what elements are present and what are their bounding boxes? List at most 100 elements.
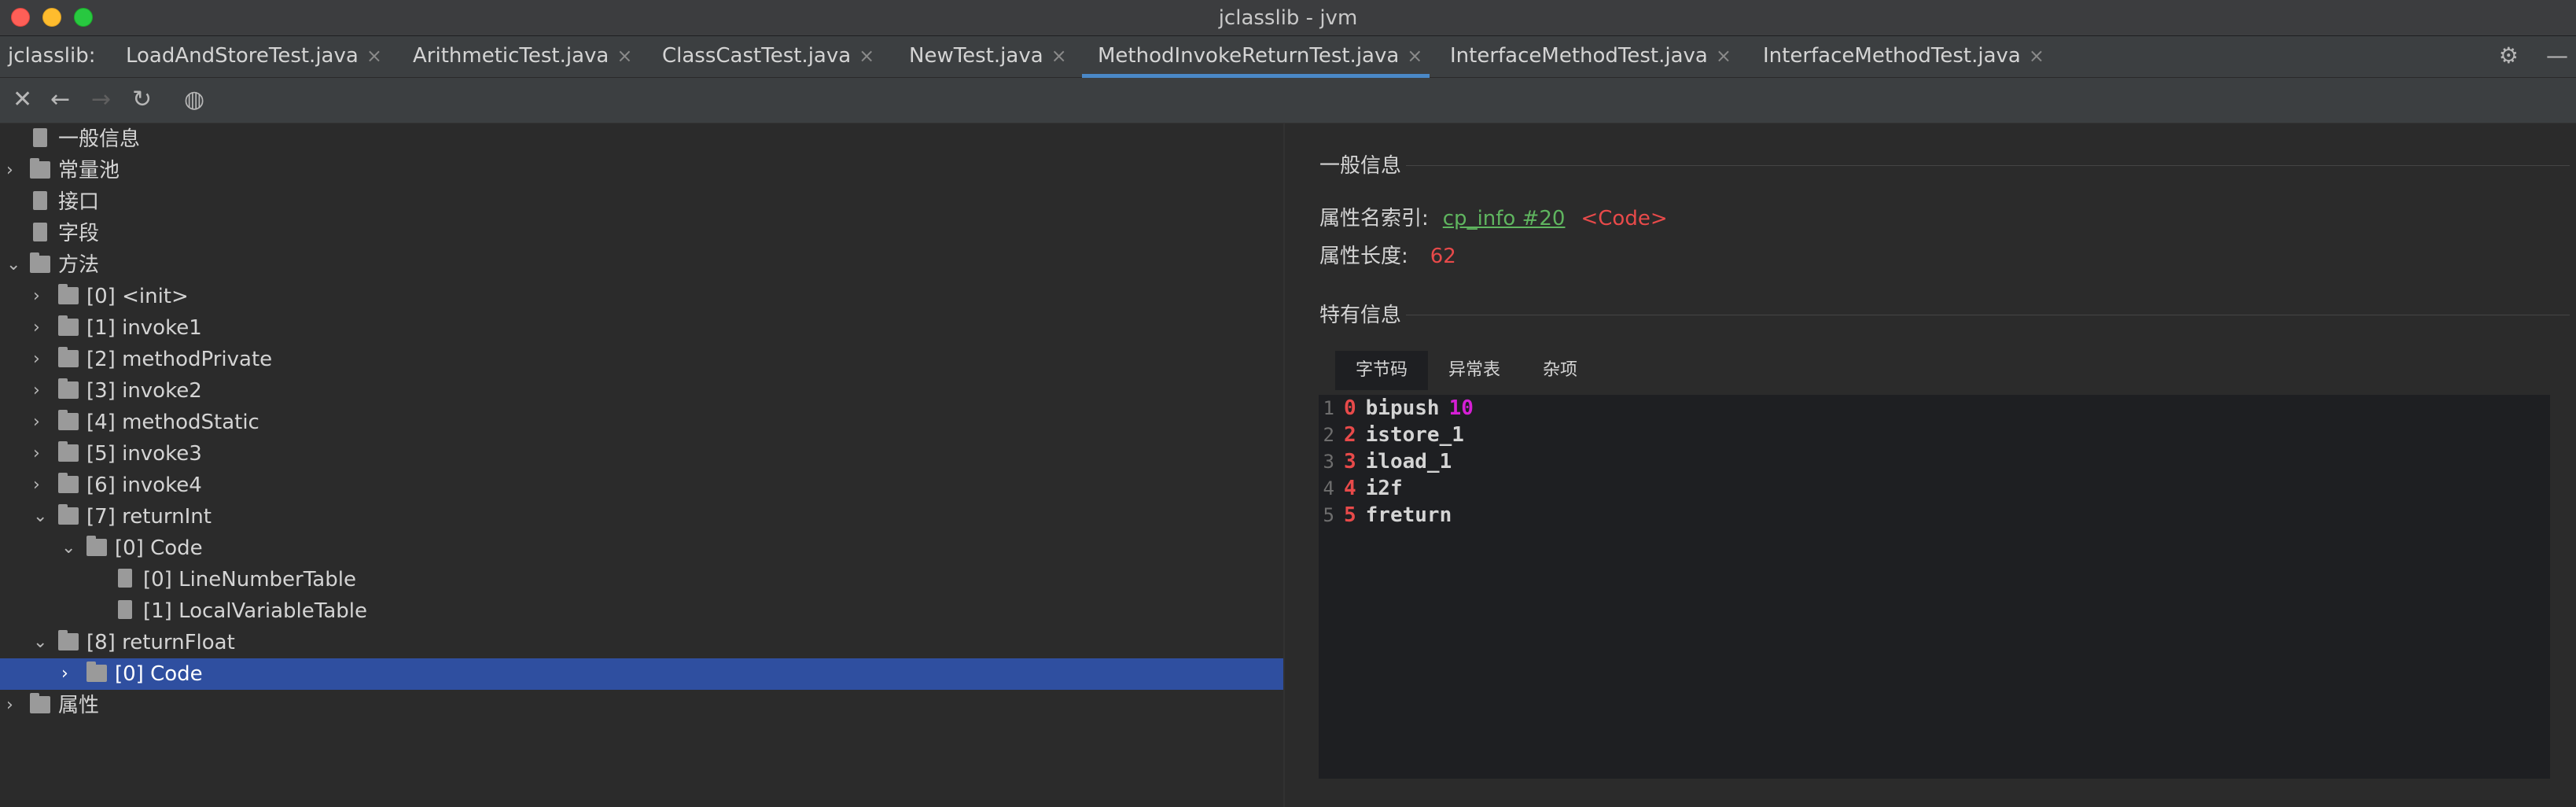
bytecode-view[interactable]: 1 0 bipush 10 2 2 istore_1 3 3 iload_1 4 4 i2f 55… [1319, 395, 2550, 779]
tree-item-method-return-float[interactable]: ⌄ [8] returnFloat [0, 627, 1283, 658]
zoom-window-button[interactable] [74, 8, 93, 27]
section-title: 一般信息 [1319, 154, 1402, 178]
tree-item-attributes[interactable]: › 属性 [0, 690, 1283, 721]
tabbar-prefix: jclasslib: [8, 44, 96, 68]
bytecode-offset: 3 [1344, 450, 1356, 474]
tree-item-method-private[interactable]: › [2] methodPrivate [0, 344, 1283, 375]
bytecode-line: 5 5 freturn [1319, 502, 1461, 529]
bytecode-argument: 10 [1448, 396, 1474, 420]
close-icon[interactable]: × [1051, 36, 1067, 76]
file-icon [33, 128, 47, 147]
tree-item-label: 字段 [58, 222, 100, 245]
folder-icon [58, 315, 79, 336]
tree-item-fields[interactable]: 字段 [0, 218, 1283, 249]
gear-icon[interactable]: ⚙ [2499, 36, 2519, 76]
tab-exception-table[interactable]: 异常表 [1428, 351, 1521, 390]
tab-label: NewTest.java [909, 44, 1043, 68]
bytecode-offset: 0 [1344, 396, 1356, 420]
chevron-right-icon[interactable]: › [33, 281, 49, 312]
section-title: 特有信息 [1319, 304, 1402, 327]
tree-item-code-selected[interactable]: › [0] Code [0, 658, 1283, 690]
tree-item-line-number-table[interactable]: [0] LineNumberTable [0, 564, 1283, 595]
tab-class-cast-test[interactable]: ClassCastTest.java × [646, 36, 874, 78]
tree-item-method-invoke1[interactable]: › [1] invoke1 [0, 312, 1283, 344]
tree-item-method-invoke3[interactable]: › [5] invoke3 [0, 438, 1283, 470]
bytecode-offset: 2 [1344, 423, 1356, 447]
file-icon [118, 600, 132, 619]
close-icon[interactable]: × [366, 36, 382, 76]
line-number: 4 [1323, 477, 1334, 499]
tab-load-and-store-test[interactable]: LoadAndStoreTest.java × [110, 36, 382, 78]
chevron-down-icon[interactable]: ⌄ [33, 627, 49, 658]
chevron-right-icon[interactable]: › [33, 312, 49, 344]
window-title: jclasslib - jvm [1218, 6, 1358, 30]
close-icon[interactable]: × [2029, 36, 2044, 76]
tree-item-label: [4] methodStatic [86, 411, 259, 434]
tab-method-invoke-return-test[interactable]: MethodInvokeReturnTest.java × [1082, 36, 1430, 78]
tab-arithmetic-test[interactable]: ArithmeticTest.java × [397, 36, 632, 78]
tree-item-label: [0] Code [115, 662, 203, 686]
globe-icon[interactable]: ◍ [184, 86, 204, 113]
chevron-right-icon[interactable]: › [33, 375, 49, 407]
folder-icon [30, 693, 50, 713]
attribute-length-label: 属性长度: [1319, 245, 1408, 268]
tab-bytecode[interactable]: 字节码 [1335, 351, 1428, 390]
tab-new-test[interactable]: NewTest.java × [893, 36, 1067, 78]
tree-item-general-info[interactable]: 一般信息 [0, 123, 1283, 155]
attribute-name-value: <Code> [1581, 207, 1668, 230]
chevron-right-icon[interactable]: › [33, 407, 49, 438]
chevron-down-icon[interactable]: ⌄ [6, 249, 22, 281]
tree-item-method-init[interactable]: › [0] <init> [0, 281, 1283, 312]
minus-icon[interactable]: — [2546, 36, 2568, 76]
close-icon[interactable]: × [859, 36, 874, 76]
tab-label: ClassCastTest.java [662, 44, 852, 68]
bytecode-line: 2 2 istore_1 [1319, 422, 1474, 448]
close-icon[interactable]: × [1716, 36, 1731, 76]
forward-arrow-icon[interactable]: → [91, 86, 111, 113]
minimize-window-button[interactable] [42, 8, 61, 27]
chevron-right-icon[interactable]: › [6, 690, 22, 721]
tree-item-method-invoke2[interactable]: › [3] invoke2 [0, 375, 1283, 407]
tree-item-local-variable-table[interactable]: [1] LocalVariableTable [0, 595, 1283, 627]
tree-item-interfaces[interactable]: 接口 [0, 186, 1283, 218]
tree-item-methods[interactable]: ⌄ 方法 [0, 249, 1283, 281]
tree-item-code[interactable]: ⌄ [0] Code [0, 532, 1283, 564]
tab-interface-method-test-2[interactable]: InterfaceMethodTest.java × [1747, 36, 2044, 78]
bytecode-opcode: i2f [1365, 477, 1403, 500]
chevron-right-icon[interactable]: › [6, 155, 22, 186]
chevron-down-icon[interactable]: ⌄ [61, 532, 77, 564]
chevron-right-icon[interactable]: › [61, 658, 77, 690]
tree-item-method-static[interactable]: › [4] methodStatic [0, 407, 1283, 438]
structure-tree: 一般信息 › 常量池 接口 字段 ⌄ 方法 › [0] <init> › [1] inv… [0, 123, 1283, 807]
tree-item-label: [7] returnInt [86, 505, 212, 529]
bytecode-line: 4 4 i2f [1319, 475, 1412, 502]
close-icon[interactable]: × [1407, 36, 1422, 76]
tab-misc[interactable]: 杂项 [1521, 351, 1599, 390]
tree-item-label: [0] <init> [86, 285, 189, 308]
close-icon[interactable]: × [616, 36, 632, 76]
file-icon [118, 569, 132, 588]
folder-icon [58, 410, 79, 430]
close-icon[interactable]: ✕ [13, 86, 32, 113]
bytecode-line: 1 0 bipush 10 [1319, 395, 1474, 422]
cp-info-link[interactable]: cp_info #20 [1443, 207, 1566, 230]
chevron-right-icon[interactable]: › [33, 470, 49, 501]
tree-item-label: [3] invoke2 [86, 379, 202, 403]
tree-item-label: [1] LocalVariableTable [143, 599, 367, 623]
tree-item-method-return-int[interactable]: ⌄ [7] returnInt [0, 501, 1283, 532]
chevron-right-icon[interactable]: › [33, 438, 49, 470]
close-window-button[interactable] [11, 8, 30, 27]
line-number: 5 [1323, 504, 1334, 526]
chevron-right-icon[interactable]: › [33, 344, 49, 375]
back-arrow-icon[interactable]: ← [50, 86, 70, 113]
tabbar-tools: ⚙ — [2475, 36, 2568, 78]
refresh-icon[interactable]: ↻ [132, 86, 152, 113]
file-tab-bar: jclasslib: LoadAndStoreTest.java × Arithm… [0, 36, 2576, 78]
tree-item-method-invoke4[interactable]: › [6] invoke4 [0, 470, 1283, 501]
folder-icon [58, 473, 79, 493]
chevron-down-icon[interactable]: ⌄ [33, 501, 49, 532]
title-bar: jclasslib - jvm [0, 0, 2576, 36]
tab-interface-method-test[interactable]: InterfaceMethodTest.java × [1434, 36, 1731, 78]
bytecode-opcode: bipush [1365, 396, 1440, 420]
tree-item-constant-pool[interactable]: › 常量池 [0, 155, 1283, 186]
